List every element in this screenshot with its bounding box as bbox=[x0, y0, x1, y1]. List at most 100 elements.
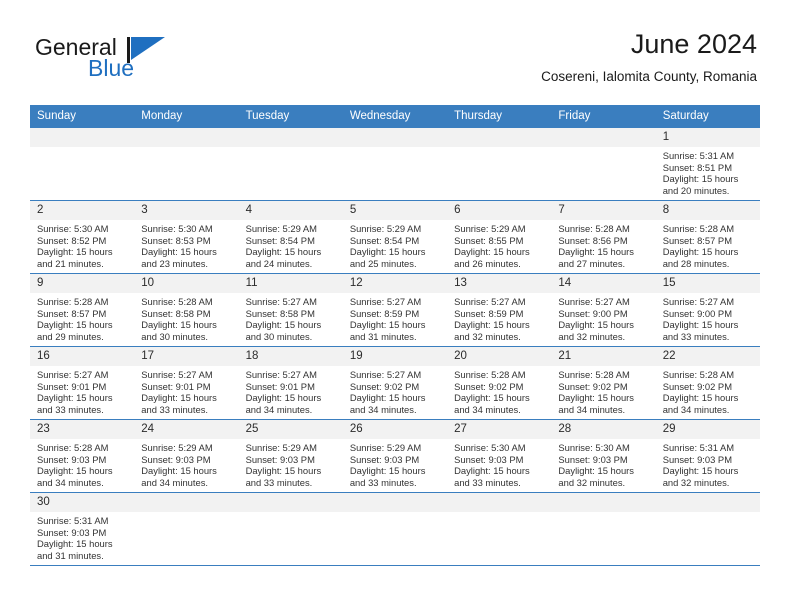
day-detail-sunrise: Sunrise: 5:30 AM bbox=[558, 442, 630, 453]
day-number bbox=[238, 128, 343, 147]
day-number: 7 bbox=[551, 201, 656, 220]
day-detail-daylight2: and 34 minutes. bbox=[454, 403, 521, 415]
day-detail-sunrise: Sunrise: 5:28 AM bbox=[37, 296, 109, 307]
calendar-day-cell[interactable]: 1 Sunrise: 5:31 AM Sunset: 8:51 PM Daylight… bbox=[655, 127, 760, 201]
calendar-day-cell[interactable]: 26 Sunrise: 5:29 AM Sunset: 9:03 PM Dayligh… bbox=[342, 419, 448, 493]
calendar-cell-inner: 21 Sunrise: 5:28 AM Sunset: 9:02 PM Dayligh… bbox=[551, 347, 656, 419]
calendar-day-cell[interactable]: 29 Sunrise: 5:31 AM Sunset: 9:03 PM Dayligh… bbox=[655, 419, 760, 493]
day-details: Sunrise: 5:28 AM Sunset: 9:02 PM Daylight:… bbox=[656, 366, 760, 415]
calendar-cell-empty bbox=[134, 127, 239, 201]
calendar-day-cell[interactable]: 14 Sunrise: 5:27 AM Sunset: 9:00 PM Dayligh… bbox=[551, 273, 656, 347]
day-number: 8 bbox=[655, 201, 760, 220]
calendar-day-cell[interactable]: 23 Sunrise: 5:28 AM Sunset: 9:03 PM Dayligh… bbox=[30, 419, 135, 493]
calendar-cell-inner: 9 Sunrise: 5:28 AM Sunset: 8:57 PM Daylight… bbox=[30, 274, 135, 346]
calendar-cell-inner: 25 Sunrise: 5:29 AM Sunset: 9:03 PM Dayligh… bbox=[238, 420, 343, 492]
day-details: Sunrise: 5:27 AM Sunset: 9:00 PM Daylight:… bbox=[551, 293, 655, 342]
calendar-day-cell[interactable]: 2 Sunrise: 5:30 AM Sunset: 8:52 PM Daylight… bbox=[30, 200, 135, 274]
calendar-day-cell[interactable]: 3 Sunrise: 5:30 AM Sunset: 8:53 PM Daylight… bbox=[134, 200, 239, 274]
day-detail-sunrise: Sunrise: 5:31 AM bbox=[662, 442, 735, 453]
location-subtitle: Cosereni, Ialomita County, Romania bbox=[541, 69, 757, 84]
calendar-day-cell[interactable]: 30 Sunrise: 5:31 AM Sunset: 9:03 PM Dayligh… bbox=[30, 492, 135, 566]
day-number: 22 bbox=[655, 347, 760, 366]
calendar-page: General Blue June 2024 Cosereni, Ialomit… bbox=[0, 0, 792, 612]
calendar-cell-inner: 28 Sunrise: 5:30 AM Sunset: 9:03 PM Dayligh… bbox=[551, 420, 656, 492]
day-detail-sunset: Sunset: 9:00 PM bbox=[662, 307, 732, 319]
calendar-day-cell[interactable]: 9 Sunrise: 5:28 AM Sunset: 8:57 PM Daylight… bbox=[30, 273, 135, 347]
day-details: Sunrise: 5:31 AM Sunset: 9:03 PM Daylight:… bbox=[656, 439, 760, 488]
day-detail-daylight1: Daylight: 15 hours bbox=[245, 392, 322, 404]
calendar-day-cell[interactable]: 8 Sunrise: 5:28 AM Sunset: 8:57 PM Daylight… bbox=[655, 200, 760, 274]
calendar-day-cell[interactable]: 27 Sunrise: 5:30 AM Sunset: 9:03 PM Dayligh… bbox=[447, 419, 552, 493]
calendar-cell-inner bbox=[134, 493, 239, 565]
day-number bbox=[134, 493, 239, 512]
day-number: 23 bbox=[30, 420, 135, 439]
day-details: Sunrise: 5:29 AM Sunset: 8:55 PM Daylight:… bbox=[447, 220, 551, 269]
calendar-cell-inner: 11 Sunrise: 5:27 AM Sunset: 8:58 PM Dayligh… bbox=[238, 274, 343, 346]
day-details: Sunrise: 5:31 AM Sunset: 8:51 PM Daylight:… bbox=[656, 147, 760, 196]
calendar-grid: Sunday Monday Tuesday Wednesday Thursday… bbox=[30, 105, 760, 566]
day-detail-sunset: Sunset: 9:03 PM bbox=[245, 453, 315, 465]
day-detail-sunrise: Sunrise: 5:28 AM bbox=[558, 223, 630, 234]
day-detail-sunset: Sunset: 8:54 PM bbox=[245, 234, 315, 246]
day-details: Sunrise: 5:29 AM Sunset: 8:54 PM Daylight:… bbox=[343, 220, 447, 269]
day-details: Sunrise: 5:28 AM Sunset: 8:58 PM Daylight:… bbox=[134, 293, 238, 342]
day-detail-daylight1: Daylight: 15 hours bbox=[662, 465, 739, 477]
calendar-day-cell[interactable]: 12 Sunrise: 5:27 AM Sunset: 8:59 PM Dayligh… bbox=[342, 273, 448, 347]
day-detail-sunrise: Sunrise: 5:28 AM bbox=[662, 369, 735, 380]
calendar-day-cell[interactable]: 13 Sunrise: 5:27 AM Sunset: 8:59 PM Dayligh… bbox=[447, 273, 552, 347]
calendar-day-cell[interactable]: 10 Sunrise: 5:28 AM Sunset: 8:58 PM Dayligh… bbox=[134, 273, 239, 347]
calendar-day-cell[interactable]: 16 Sunrise: 5:27 AM Sunset: 9:01 PM Dayligh… bbox=[30, 346, 135, 420]
day-details: Sunrise: 5:28 AM Sunset: 8:57 PM Daylight:… bbox=[656, 220, 760, 269]
calendar-day-cell[interactable]: 4 Sunrise: 5:29 AM Sunset: 8:54 PM Daylight… bbox=[238, 200, 343, 274]
day-detail-daylight2: and 29 minutes. bbox=[37, 330, 104, 342]
calendar-cell-inner: 6 Sunrise: 5:29 AM Sunset: 8:55 PM Daylight… bbox=[447, 201, 552, 273]
calendar-day-cell[interactable]: 28 Sunrise: 5:30 AM Sunset: 9:03 PM Dayligh… bbox=[551, 419, 656, 493]
day-detail-daylight2: and 21 minutes. bbox=[37, 257, 104, 269]
calendar-cell-inner: 24 Sunrise: 5:29 AM Sunset: 9:03 PM Dayligh… bbox=[134, 420, 239, 492]
calendar-day-cell[interactable]: 24 Sunrise: 5:29 AM Sunset: 9:03 PM Dayligh… bbox=[134, 419, 239, 493]
calendar-day-cell[interactable]: 17 Sunrise: 5:27 AM Sunset: 9:01 PM Dayligh… bbox=[134, 346, 239, 420]
day-detail-sunset: Sunset: 8:54 PM bbox=[349, 234, 420, 246]
title-block: June 2024 Cosereni, Ialomita County, Rom… bbox=[541, 28, 757, 85]
calendar-day-cell[interactable]: 19 Sunrise: 5:27 AM Sunset: 9:02 PM Dayligh… bbox=[342, 346, 448, 420]
calendar-cell-empty bbox=[447, 492, 552, 566]
calendar-day-cell[interactable]: 5 Sunrise: 5:29 AM Sunset: 8:54 PM Daylight… bbox=[342, 200, 448, 274]
day-number: 26 bbox=[342, 420, 448, 439]
calendar-cell-inner: 14 Sunrise: 5:27 AM Sunset: 9:00 PM Dayligh… bbox=[551, 274, 656, 346]
day-number: 3 bbox=[134, 201, 239, 220]
calendar-day-cell[interactable]: 15 Sunrise: 5:27 AM Sunset: 9:00 PM Dayligh… bbox=[655, 273, 760, 347]
day-detail-sunset: Sunset: 9:03 PM bbox=[37, 526, 107, 538]
calendar-cell-empty bbox=[134, 492, 239, 566]
day-number bbox=[447, 128, 552, 147]
day-detail-daylight1: Daylight: 15 hours bbox=[454, 246, 530, 258]
day-detail-sunrise: Sunrise: 5:28 AM bbox=[558, 369, 630, 380]
calendar-day-cell[interactable]: 11 Sunrise: 5:27 AM Sunset: 8:58 PM Dayligh… bbox=[238, 273, 343, 347]
calendar-day-cell[interactable]: 7 Sunrise: 5:28 AM Sunset: 8:56 PM Daylight… bbox=[551, 200, 656, 274]
calendar-cell-inner bbox=[551, 493, 656, 565]
day-number bbox=[30, 128, 135, 147]
day-detail-daylight1: Daylight: 15 hours bbox=[558, 465, 634, 477]
day-detail-sunset: Sunset: 8:58 PM bbox=[245, 307, 315, 319]
day-detail-sunset: Sunset: 9:02 PM bbox=[662, 380, 732, 392]
day-detail-daylight2: and 33 minutes. bbox=[454, 476, 521, 488]
day-detail-sunrise: Sunrise: 5:29 AM bbox=[349, 223, 422, 234]
weekday-header-monday: Monday bbox=[134, 105, 239, 128]
day-detail-sunset: Sunset: 8:57 PM bbox=[37, 307, 107, 319]
day-details: Sunrise: 5:30 AM Sunset: 9:03 PM Daylight:… bbox=[447, 439, 551, 488]
day-detail-daylight1: Daylight: 15 hours bbox=[454, 465, 530, 477]
calendar-cell-empty bbox=[238, 127, 343, 201]
calendar-day-cell[interactable]: 21 Sunrise: 5:28 AM Sunset: 9:02 PM Dayligh… bbox=[551, 346, 656, 420]
day-detail-sunset: Sunset: 9:02 PM bbox=[349, 380, 420, 392]
day-detail-sunset: Sunset: 8:53 PM bbox=[141, 234, 211, 246]
calendar-day-cell[interactable]: 6 Sunrise: 5:29 AM Sunset: 8:55 PM Daylight… bbox=[447, 200, 552, 274]
day-detail-daylight2: and 28 minutes. bbox=[662, 257, 730, 269]
day-detail-daylight2: and 34 minutes. bbox=[141, 476, 208, 488]
day-number bbox=[655, 493, 760, 512]
calendar-day-cell[interactable]: 25 Sunrise: 5:29 AM Sunset: 9:03 PM Dayligh… bbox=[238, 419, 343, 493]
calendar-day-cell[interactable]: 20 Sunrise: 5:28 AM Sunset: 9:02 PM Dayligh… bbox=[447, 346, 552, 420]
calendar-day-cell[interactable]: 22 Sunrise: 5:28 AM Sunset: 9:02 PM Dayligh… bbox=[655, 346, 760, 420]
day-detail-sunrise: Sunrise: 5:28 AM bbox=[662, 223, 735, 234]
general-blue-logo[interactable]: General Blue bbox=[35, 34, 235, 90]
calendar-day-cell[interactable]: 18 Sunrise: 5:27 AM Sunset: 9:01 PM Dayligh… bbox=[238, 346, 343, 420]
day-number: 15 bbox=[655, 274, 760, 293]
